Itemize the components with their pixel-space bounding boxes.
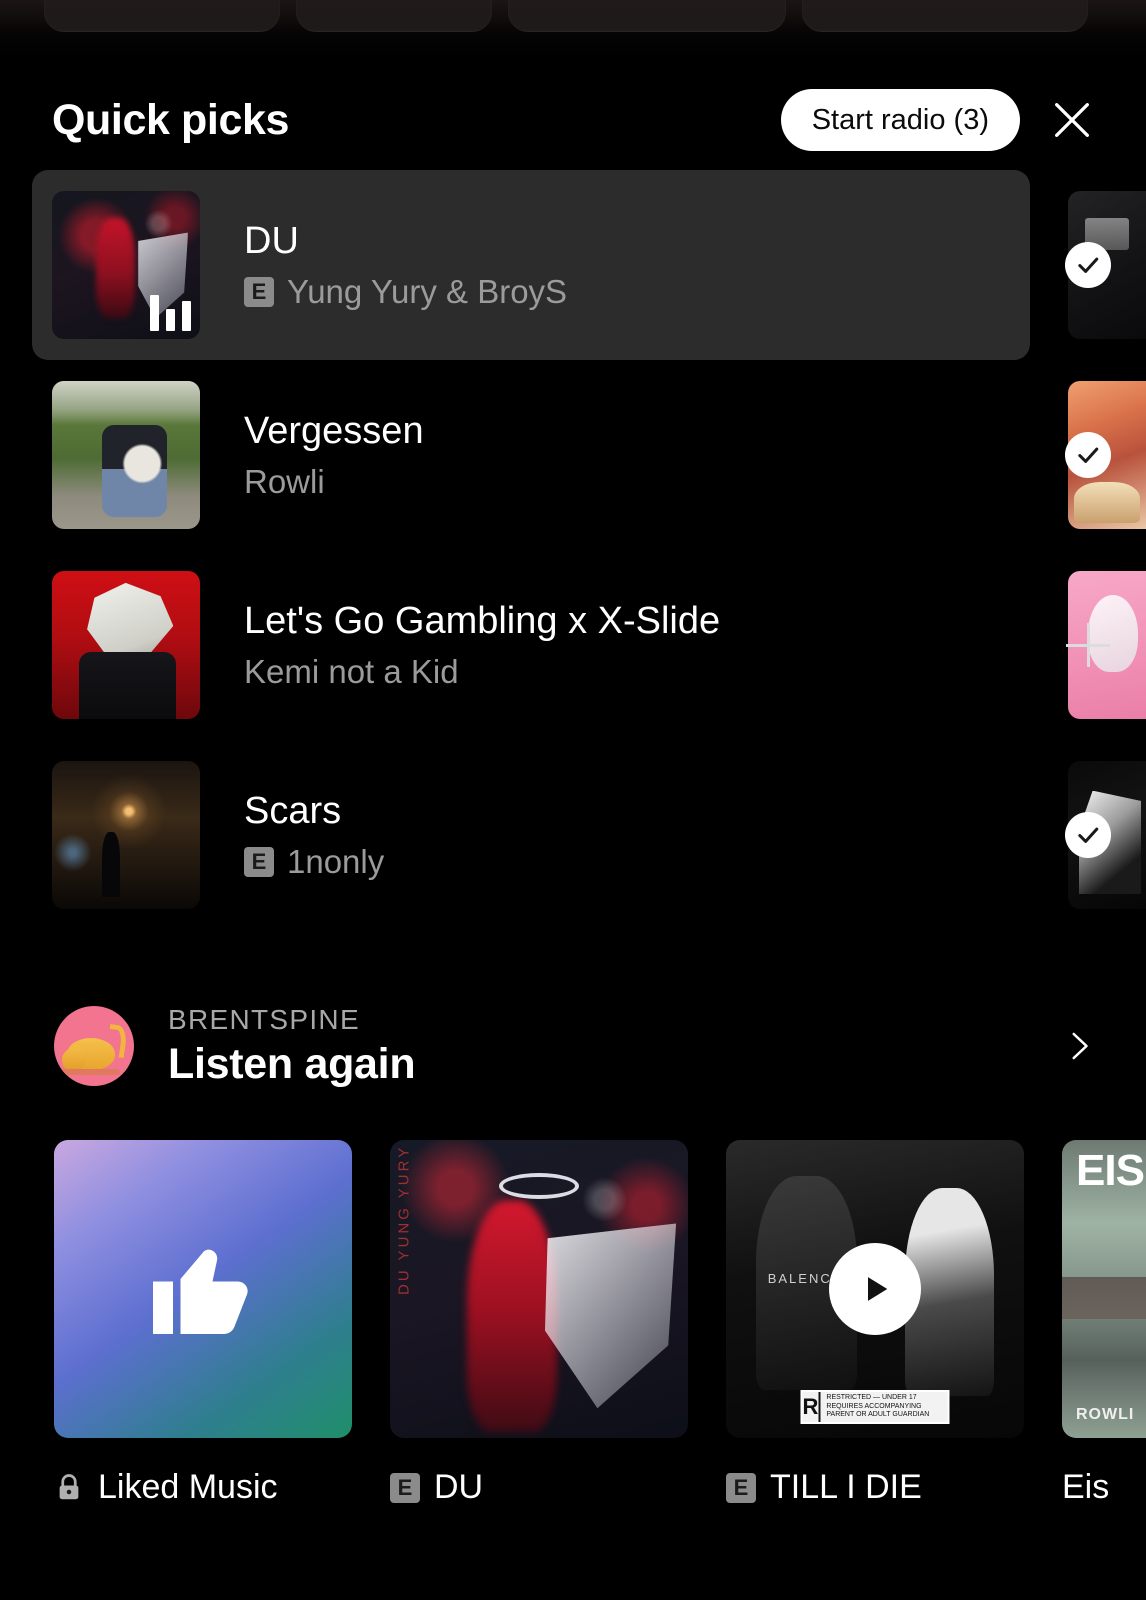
track-artist: Kemi not a Kid (244, 653, 459, 691)
explicit-badge-icon: E (244, 847, 274, 878)
rating-letter: R (803, 1392, 821, 1422)
now-playing-equalizer-icon (150, 287, 191, 331)
track-thumbnail (52, 191, 200, 339)
track-action-button[interactable] (1030, 242, 1146, 288)
quick-pick-row[interactable]: DU E Yung Yury & BroyS (0, 170, 1146, 360)
close-icon[interactable] (1042, 90, 1102, 150)
quick-pick-row[interactable]: Scars E 1nonly (0, 740, 1146, 930)
listen-again-text: BRENTSPINE Listen again (168, 1004, 1048, 1089)
quick-picks-list: DU E Yung Yury & BroyS Vergessen Rowli L… (0, 170, 1146, 930)
carousel-card[interactable]: BALENCIAGA R RESTRICTED — UNDER 17 REQUI… (726, 1140, 1024, 1560)
cat-mat (60, 1069, 120, 1075)
cover-wing (544, 1223, 677, 1409)
track-subtitle: Kemi not a Kid (244, 653, 1030, 691)
track-subtitle: E Yung Yury & BroyS (244, 273, 1030, 311)
track-action-button[interactable] (1030, 432, 1146, 478)
track-artist: 1nonly (287, 843, 385, 881)
track-text: Let's Go Gambling x X-Slide Kemi not a K… (244, 599, 1030, 692)
album-cover[interactable]: EIS 2K ROWLI (1062, 1140, 1146, 1438)
listen-again-carousel[interactable]: Liked Music DU YUNG YURY BROYS E DU BALE… (0, 1140, 1146, 1560)
playlist-cover[interactable] (54, 1140, 352, 1438)
quick-pick-row[interactable]: Let's Go Gambling x X-Slide Kemi not a K… (0, 550, 1146, 740)
track-text: Vergessen Rowli (244, 409, 1030, 502)
carousel-card[interactable]: DU YUNG YURY BROYS E DU (390, 1140, 688, 1560)
track-thumbnail (52, 571, 200, 719)
cover-band (1062, 1277, 1146, 1319)
rating-badge: R RESTRICTED — UNDER 17 REQUIRES ACCOMPA… (800, 1390, 950, 1424)
filter-chip[interactable] (296, 0, 492, 32)
section-title: Listen again (168, 1039, 416, 1088)
carousel-card[interactable]: EIS 2K ROWLI Eis (1062, 1140, 1146, 1560)
cat-head (62, 1047, 86, 1072)
start-radio-button[interactable]: Start radio (3) (780, 89, 1020, 151)
track-title: Let's Go Gambling x X-Slide (244, 599, 721, 642)
cover-figure (467, 1199, 557, 1433)
page-title: Quick picks (52, 95, 289, 144)
album-cover[interactable]: DU YUNG YURY BROYS (390, 1140, 688, 1438)
explicit-badge-icon: E (726, 1472, 756, 1503)
filter-chip-strip (0, 0, 1146, 36)
track-text: DU E Yung Yury & BroyS (244, 219, 1030, 312)
cat-avatar-icon (54, 1006, 134, 1086)
card-title: Eis (1062, 1468, 1110, 1506)
track-title: Scars (244, 789, 342, 832)
album-art (52, 381, 200, 529)
track-thumbnail (52, 761, 200, 909)
check-circle-icon (1065, 432, 1111, 478)
play-button[interactable] (829, 1243, 921, 1335)
play-icon (868, 1277, 888, 1301)
explicit-badge-icon: E (244, 277, 274, 308)
cover-halo (499, 1172, 579, 1199)
card-title: TILL I DIE (770, 1468, 922, 1506)
track-thumbnail (52, 381, 200, 529)
check-circle-icon (1065, 242, 1111, 288)
cover-top-text: EIS 2K (1076, 1146, 1146, 1195)
explicit-badge-icon: E (390, 1472, 420, 1503)
chevron-right-icon[interactable] (1048, 1015, 1110, 1077)
quick-picks-header: Quick picks Start radio (3) (0, 82, 1146, 158)
check-circle-icon (1065, 812, 1111, 858)
rating-text: RESTRICTED — UNDER 17 REQUIRES ACCOMPANY… (826, 1394, 930, 1419)
card-label: Eis (1062, 1468, 1146, 1507)
track-artist: Rowli (244, 463, 325, 501)
filter-chip[interactable] (44, 0, 280, 32)
cover-bottom-text: ROWLI (1076, 1406, 1135, 1423)
filter-chip[interactable] (802, 0, 1088, 32)
card-title: DU (434, 1468, 484, 1506)
thumbs-up-icon (153, 1249, 248, 1334)
plus-icon (1066, 623, 1110, 667)
video-cover[interactable]: BALENCIAGA R RESTRICTED — UNDER 17 REQUI… (726, 1140, 1024, 1438)
card-title: Liked Music (98, 1468, 278, 1506)
track-title: DU (244, 219, 299, 262)
card-label: E TILL I DIE (726, 1468, 1024, 1507)
album-art (52, 761, 200, 909)
track-action-button[interactable] (1030, 812, 1146, 858)
listen-again-header[interactable]: BRENTSPINE Listen again (0, 1000, 1146, 1092)
quick-pick-row[interactable]: Vergessen Rowli (0, 360, 1146, 550)
album-art (52, 571, 200, 719)
card-label: E DU (390, 1468, 688, 1507)
track-title: Vergessen (244, 409, 424, 452)
lock-icon (59, 1473, 79, 1499)
carousel-card[interactable]: Liked Music (54, 1140, 352, 1560)
filter-chip[interactable] (508, 0, 786, 32)
track-text: Scars E 1nonly (244, 789, 1030, 882)
cover-vertical-text: DU YUNG YURY BROYS (395, 1140, 413, 1295)
track-action-button[interactable] (1030, 623, 1146, 667)
track-artist: Yung Yury & BroyS (287, 273, 568, 311)
channel-name: BRENTSPINE (168, 1003, 360, 1035)
track-subtitle: E 1nonly (244, 843, 1030, 881)
track-subtitle: Rowli (244, 463, 1030, 501)
card-label: Liked Music (54, 1468, 352, 1507)
